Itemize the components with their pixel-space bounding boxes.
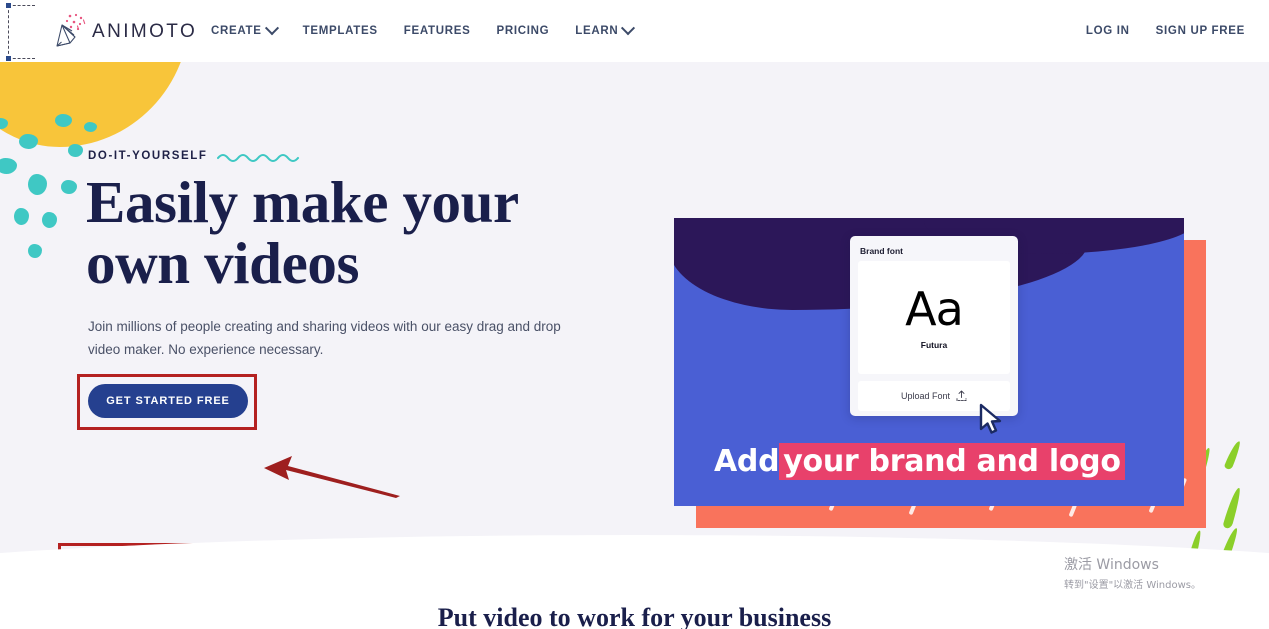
nav-label-learn: LEARN — [575, 25, 619, 37]
sign-up-free-link[interactable]: SIGN UP FREE — [1156, 25, 1245, 37]
main-navigation: CREATE TEMPLATES FEATURES PRICING LEARN — [211, 0, 636, 62]
nav-item-create[interactable]: CREATE — [211, 21, 279, 37]
nav-label-features: FEATURES — [403, 25, 471, 37]
nav-item-learn[interactable]: LEARN — [575, 21, 636, 37]
hero-media: Brand font Aa Futura Upload Font Add you… — [674, 218, 1206, 528]
upload-icon — [956, 390, 967, 402]
wavy-line-decoration — [217, 153, 300, 163]
teal-confetti-10 — [28, 244, 42, 258]
nav-label-pricing: PRICING — [496, 25, 550, 37]
video-caption: Add your brand and logo — [714, 443, 1125, 480]
green-leaf-2 — [1223, 439, 1243, 471]
teal-confetti-8 — [14, 208, 29, 225]
teal-confetti-9 — [42, 212, 57, 228]
teal-confetti-7 — [61, 180, 77, 194]
video-preview-frame[interactable]: Brand font Aa Futura Upload Font Add you… — [674, 218, 1184, 506]
animoto-logo-text: ANIMOTO — [92, 21, 198, 42]
headline-line-2: own videos — [86, 230, 360, 297]
font-sample-glyphs: Aa — [905, 281, 964, 336]
chevron-down-icon — [264, 21, 279, 36]
hero-section: DO-IT-YOURSELF Easily make your own vide… — [0, 62, 1269, 595]
mouse-cursor-icon — [979, 403, 1002, 434]
headline-line-1: Easily make your — [86, 169, 519, 235]
get-started-free-button[interactable]: GET STARTED FREE — [88, 384, 248, 418]
nav-item-templates[interactable]: TEMPLATES — [303, 25, 378, 37]
hero-bottom-curve — [0, 535, 1269, 595]
nav-label-templates: TEMPLATES — [302, 25, 378, 37]
animoto-fan-icon — [48, 13, 88, 51]
caption-highlighted-text: your brand and logo — [779, 443, 1125, 480]
nav-label-create: CREATE — [211, 25, 262, 37]
nav-item-pricing[interactable]: PRICING — [496, 25, 549, 37]
auth-actions: LOG IN SIGN UP FREE — [1086, 0, 1245, 62]
chevron-down-icon — [621, 21, 636, 36]
animoto-logo[interactable]: ANIMOTO — [48, 12, 197, 52]
page-title: Easily make your own videos — [86, 169, 646, 297]
upload-font-label: Upload Font — [900, 391, 951, 401]
caption-plain-text: Add — [714, 444, 780, 479]
next-section-heading: Put video to work for your business — [437, 603, 832, 629]
next-section-peek: Put video to work for your business — [0, 595, 1269, 629]
brand-font-card[interactable]: Brand font Aa Futura Upload Font — [850, 236, 1018, 416]
font-preview-box: Aa Futura — [858, 261, 1010, 374]
red-arrow-icon — [264, 456, 400, 498]
teal-confetti-4 — [68, 144, 83, 157]
teal-confetti-3 — [19, 134, 38, 149]
hero-eyebrow: DO-IT-YOURSELF — [88, 150, 208, 162]
nav-item-features[interactable]: FEATURES — [404, 25, 471, 37]
font-name-label: Futura — [920, 339, 948, 350]
log-in-link[interactable]: LOG IN — [1086, 25, 1130, 37]
teal-confetti-6 — [28, 174, 47, 195]
green-leaf-3 — [1222, 486, 1243, 530]
hero-subcopy: Join millions of people creating and sha… — [88, 319, 561, 358]
brand-font-card-title: Brand font — [860, 246, 903, 256]
teal-confetti-5 — [0, 158, 17, 174]
page-root: DO-IT-YOURSELF Easily make your own vide… — [0, 0, 1269, 629]
site-header: ANIMOTO CREATE TEMPLATES FEATURES PRICIN… — [0, 0, 1269, 62]
